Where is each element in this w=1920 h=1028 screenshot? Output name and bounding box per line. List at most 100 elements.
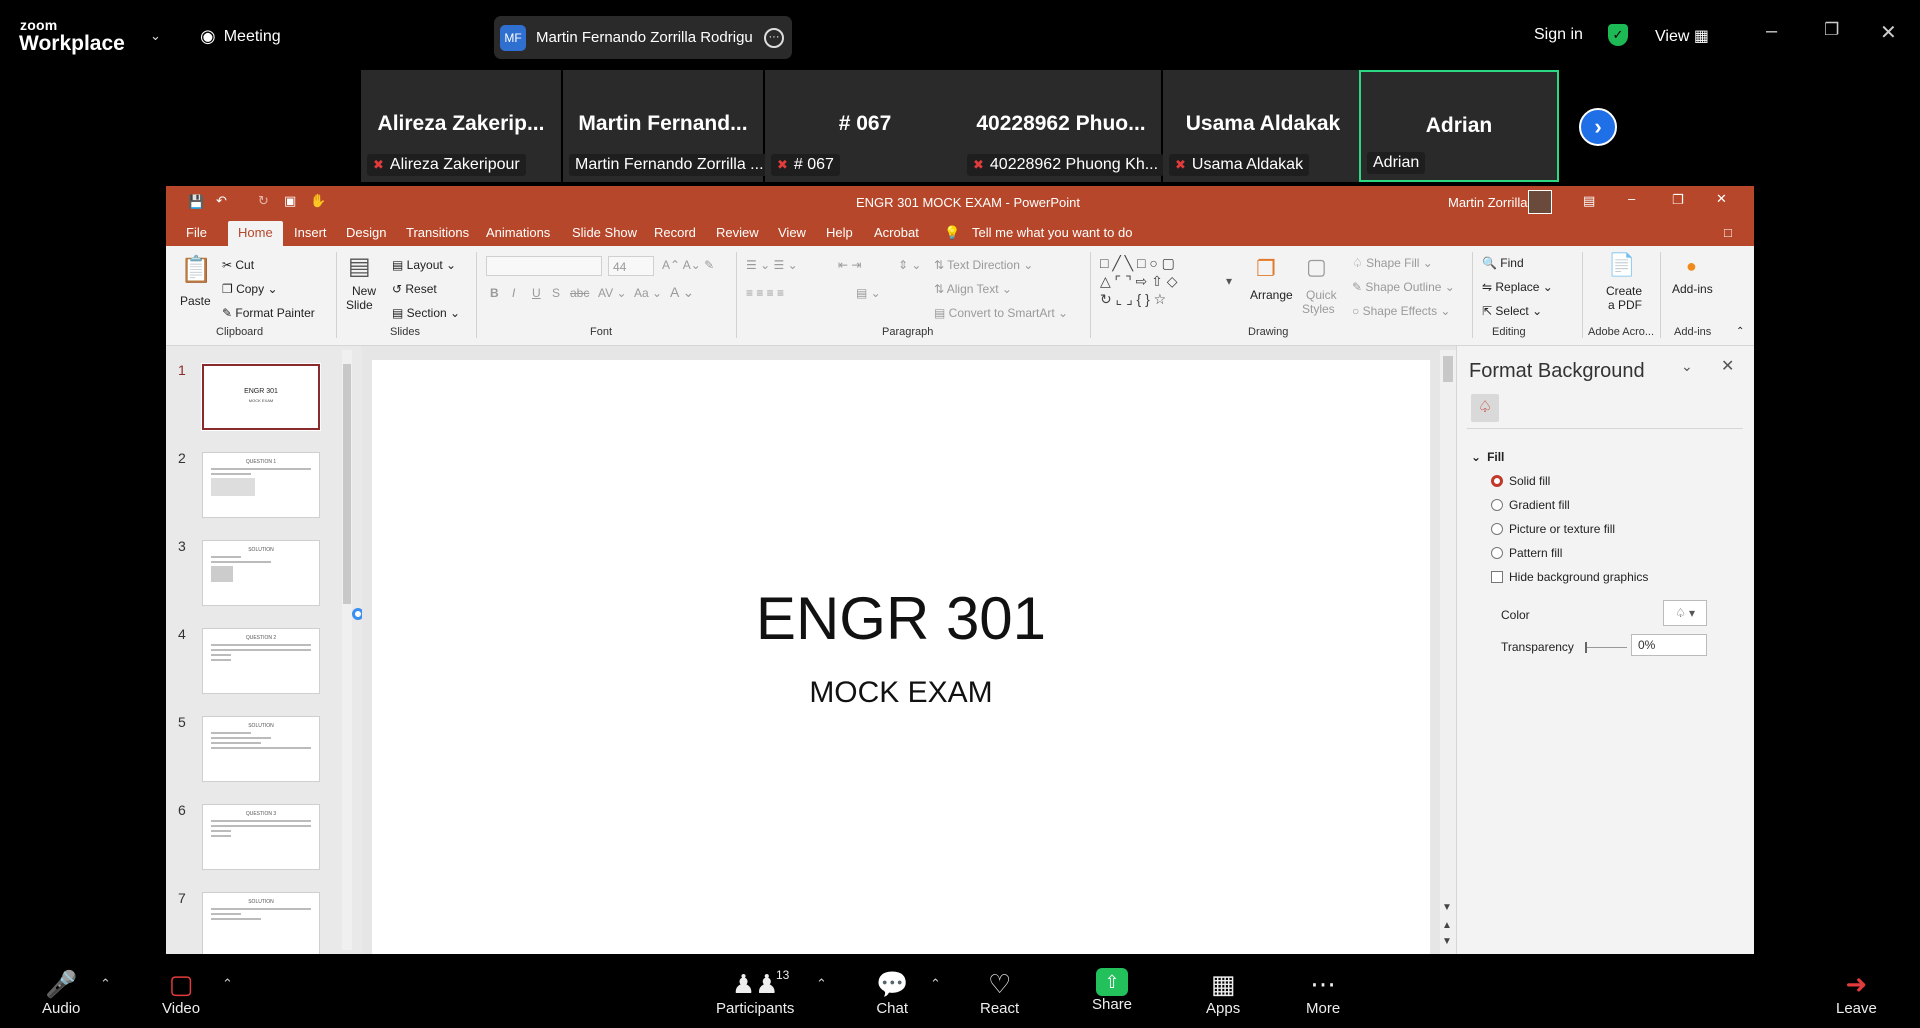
- color-picker-button[interactable]: ♤ ▾: [1663, 600, 1707, 626]
- bullets-icon[interactable]: ☰ ⌄ ☰ ⌄: [746, 258, 798, 272]
- slide-scroll-thumb[interactable]: [1443, 356, 1453, 382]
- pane-options-chevron-icon[interactable]: ⌄: [1681, 358, 1693, 375]
- minimize-icon[interactable]: –: [1766, 20, 1777, 43]
- paste-icon[interactable]: 📋: [180, 254, 212, 285]
- align-text-button[interactable]: ⇅ Align Text ⌄: [934, 282, 1012, 296]
- transparency-slider[interactable]: [1585, 647, 1627, 648]
- transparency-slider-handle[interactable]: [1585, 642, 1587, 653]
- restore-icon[interactable]: ❐: [1672, 192, 1684, 208]
- user-avatar[interactable]: [1528, 190, 1552, 214]
- indent-icon[interactable]: ⇤ ⇥: [838, 258, 861, 272]
- more-options-icon[interactable]: ···: [764, 27, 784, 48]
- react-button[interactable]: ♡ React: [980, 968, 1019, 1017]
- tab-slide-show[interactable]: Slide Show: [572, 225, 637, 240]
- reset-button[interactable]: ↺ Reset: [392, 282, 437, 296]
- fill-section-header[interactable]: ⌄ Fill: [1471, 450, 1504, 464]
- align-icons[interactable]: ≡ ≡ ≡ ≡: [746, 286, 784, 300]
- minimize-icon[interactable]: –: [1628, 191, 1635, 206]
- solid-fill-radio[interactable]: Solid fill: [1491, 474, 1550, 488]
- shapes-gallery[interactable]: □ ╱ ╲ □ ○ ▢ △ ⌜ ⌝ ⇨ ⇧ ◇ ↻ ⌞ ⌟ { } ☆: [1100, 254, 1178, 308]
- new-slide-label-1[interactable]: New: [352, 284, 376, 298]
- leave-button[interactable]: ➜ Leave: [1836, 968, 1877, 1017]
- video-options-chevron-icon[interactable]: ⌃: [222, 976, 233, 992]
- section-button[interactable]: ▤ Section ⌄: [392, 306, 460, 320]
- tab-design[interactable]: Design: [346, 225, 386, 240]
- cut-button[interactable]: ✂ Cut: [222, 258, 254, 272]
- underline-icon[interactable]: U: [532, 286, 541, 300]
- user-name[interactable]: Martin Zorrilla: [1448, 195, 1527, 210]
- paste-button[interactable]: Paste: [180, 294, 211, 308]
- audio-button[interactable]: 🎤 Audio: [42, 968, 80, 1017]
- thumbnail-scroll-thumb[interactable]: [343, 364, 351, 604]
- pane-close-icon[interactable]: ✕: [1721, 356, 1734, 376]
- italic-icon[interactable]: I: [512, 286, 515, 300]
- fill-bucket-icon[interactable]: ♤: [1471, 394, 1499, 422]
- create-pdf-label-1[interactable]: Create: [1606, 284, 1642, 298]
- chat-options-chevron-icon[interactable]: ⌃: [930, 976, 941, 992]
- slide-thumbnail[interactable]: SOLUTION: [202, 540, 320, 606]
- close-icon[interactable]: ✕: [1716, 191, 1727, 207]
- font-name-box[interactable]: [486, 256, 602, 276]
- add-ins-button[interactable]: Add-ins: [1672, 282, 1713, 296]
- ribbon-display-icon[interactable]: ▤: [1583, 193, 1595, 209]
- slide-title[interactable]: ENGR 301: [372, 584, 1430, 653]
- line-spacing-icon[interactable]: ⇕ ⌄: [898, 258, 921, 272]
- shape-effects-button[interactable]: ○ Shape Effects ⌄: [1352, 304, 1450, 318]
- strikethrough-icon[interactable]: abc: [570, 286, 589, 300]
- shadow-icon[interactable]: S: [552, 286, 560, 300]
- picture-fill-radio[interactable]: Picture or texture fill: [1491, 522, 1615, 536]
- quick-styles-label-1[interactable]: Quick: [1306, 288, 1337, 302]
- video-button[interactable]: ▢ Video: [162, 968, 200, 1017]
- slide-thumbnail[interactable]: SOLUTION: [202, 716, 320, 782]
- add-ins-icon[interactable]: ●: [1686, 256, 1697, 277]
- encryption-shield-icon[interactable]: ✓: [1608, 24, 1628, 46]
- host-pill[interactable]: MF Martin Fernando Zorrilla Rodrigu ···: [494, 16, 792, 59]
- tab-acrobat[interactable]: Acrobat: [874, 225, 919, 240]
- comments-icon[interactable]: □: [1724, 225, 1732, 240]
- collapse-ribbon-icon[interactable]: ⌃: [1736, 326, 1744, 337]
- change-case-icon[interactable]: Aa ⌄: [634, 286, 662, 300]
- tab-record[interactable]: Record: [654, 225, 696, 240]
- tab-review[interactable]: Review: [716, 225, 759, 240]
- new-slide-icon[interactable]: ▤: [348, 252, 371, 281]
- app-menu-chevron-icon[interactable]: ⌄: [150, 28, 161, 44]
- participant-tile-active-speaker[interactable]: Adrian Adrian: [1359, 70, 1559, 182]
- quick-styles-label-2[interactable]: Styles: [1302, 302, 1335, 316]
- restore-icon[interactable]: ❐: [1824, 20, 1839, 40]
- scroll-down-icon[interactable]: ▼: [1442, 902, 1452, 913]
- tab-animations[interactable]: Animations: [486, 225, 550, 240]
- font-size-box[interactable]: 44: [608, 256, 654, 276]
- bold-icon[interactable]: B: [490, 286, 499, 300]
- audio-options-chevron-icon[interactable]: ⌃: [100, 976, 111, 992]
- select-button[interactable]: ⇱ Select ⌄: [1482, 304, 1542, 318]
- redo-icon[interactable]: ↻: [258, 193, 269, 209]
- tab-transitions[interactable]: Transitions: [406, 225, 469, 240]
- participant-tile[interactable]: Martin Fernand... Martin Fernando Zorril…: [563, 70, 770, 182]
- hide-background-checkbox[interactable]: Hide background graphics: [1491, 570, 1648, 584]
- create-pdf-label-2[interactable]: a PDF: [1608, 298, 1642, 312]
- apps-button[interactable]: ▦ Apps: [1206, 968, 1240, 1017]
- save-icon[interactable]: 💾: [188, 194, 204, 210]
- meeting-menu[interactable]: ◉ Meeting: [200, 26, 281, 47]
- slide-subtitle[interactable]: MOCK EXAM: [372, 676, 1430, 710]
- replace-button[interactable]: ⇋ Replace ⌄: [1482, 280, 1553, 294]
- pattern-fill-radio[interactable]: Pattern fill: [1491, 546, 1562, 560]
- next-page-arrow-icon[interactable]: ›: [1579, 108, 1617, 146]
- text-direction-button[interactable]: ⇅ Text Direction ⌄: [934, 258, 1033, 272]
- quick-styles-icon[interactable]: ▢: [1306, 254, 1327, 280]
- next-slide-icon[interactable]: ▼: [1442, 936, 1452, 947]
- create-pdf-icon[interactable]: 📄: [1608, 252, 1635, 278]
- participant-tile[interactable]: 40228962 Phuo... ✖ 40228962 Phuong Kh...: [961, 70, 1165, 182]
- tab-home[interactable]: Home: [228, 221, 283, 246]
- gradient-fill-radio[interactable]: Gradient fill: [1491, 498, 1570, 512]
- slide-thumbnail[interactable]: ENGR 301 MOCK EXAM: [201, 363, 321, 431]
- format-painter-button[interactable]: ✎ Format Painter: [222, 306, 315, 320]
- arrange-icon[interactable]: ❐: [1256, 256, 1276, 282]
- grow-font-icon[interactable]: A⌃ A⌄ ✎: [662, 258, 714, 272]
- share-button[interactable]: ⇧ Share: [1092, 968, 1132, 1013]
- chat-button[interactable]: 💬 Chat: [876, 968, 908, 1017]
- tab-view[interactable]: View: [778, 225, 806, 240]
- close-icon[interactable]: ✕: [1880, 20, 1897, 45]
- more-button[interactable]: ⋯ More: [1306, 968, 1340, 1017]
- shape-outline-button[interactable]: ✎ Shape Outline ⌄: [1352, 280, 1455, 294]
